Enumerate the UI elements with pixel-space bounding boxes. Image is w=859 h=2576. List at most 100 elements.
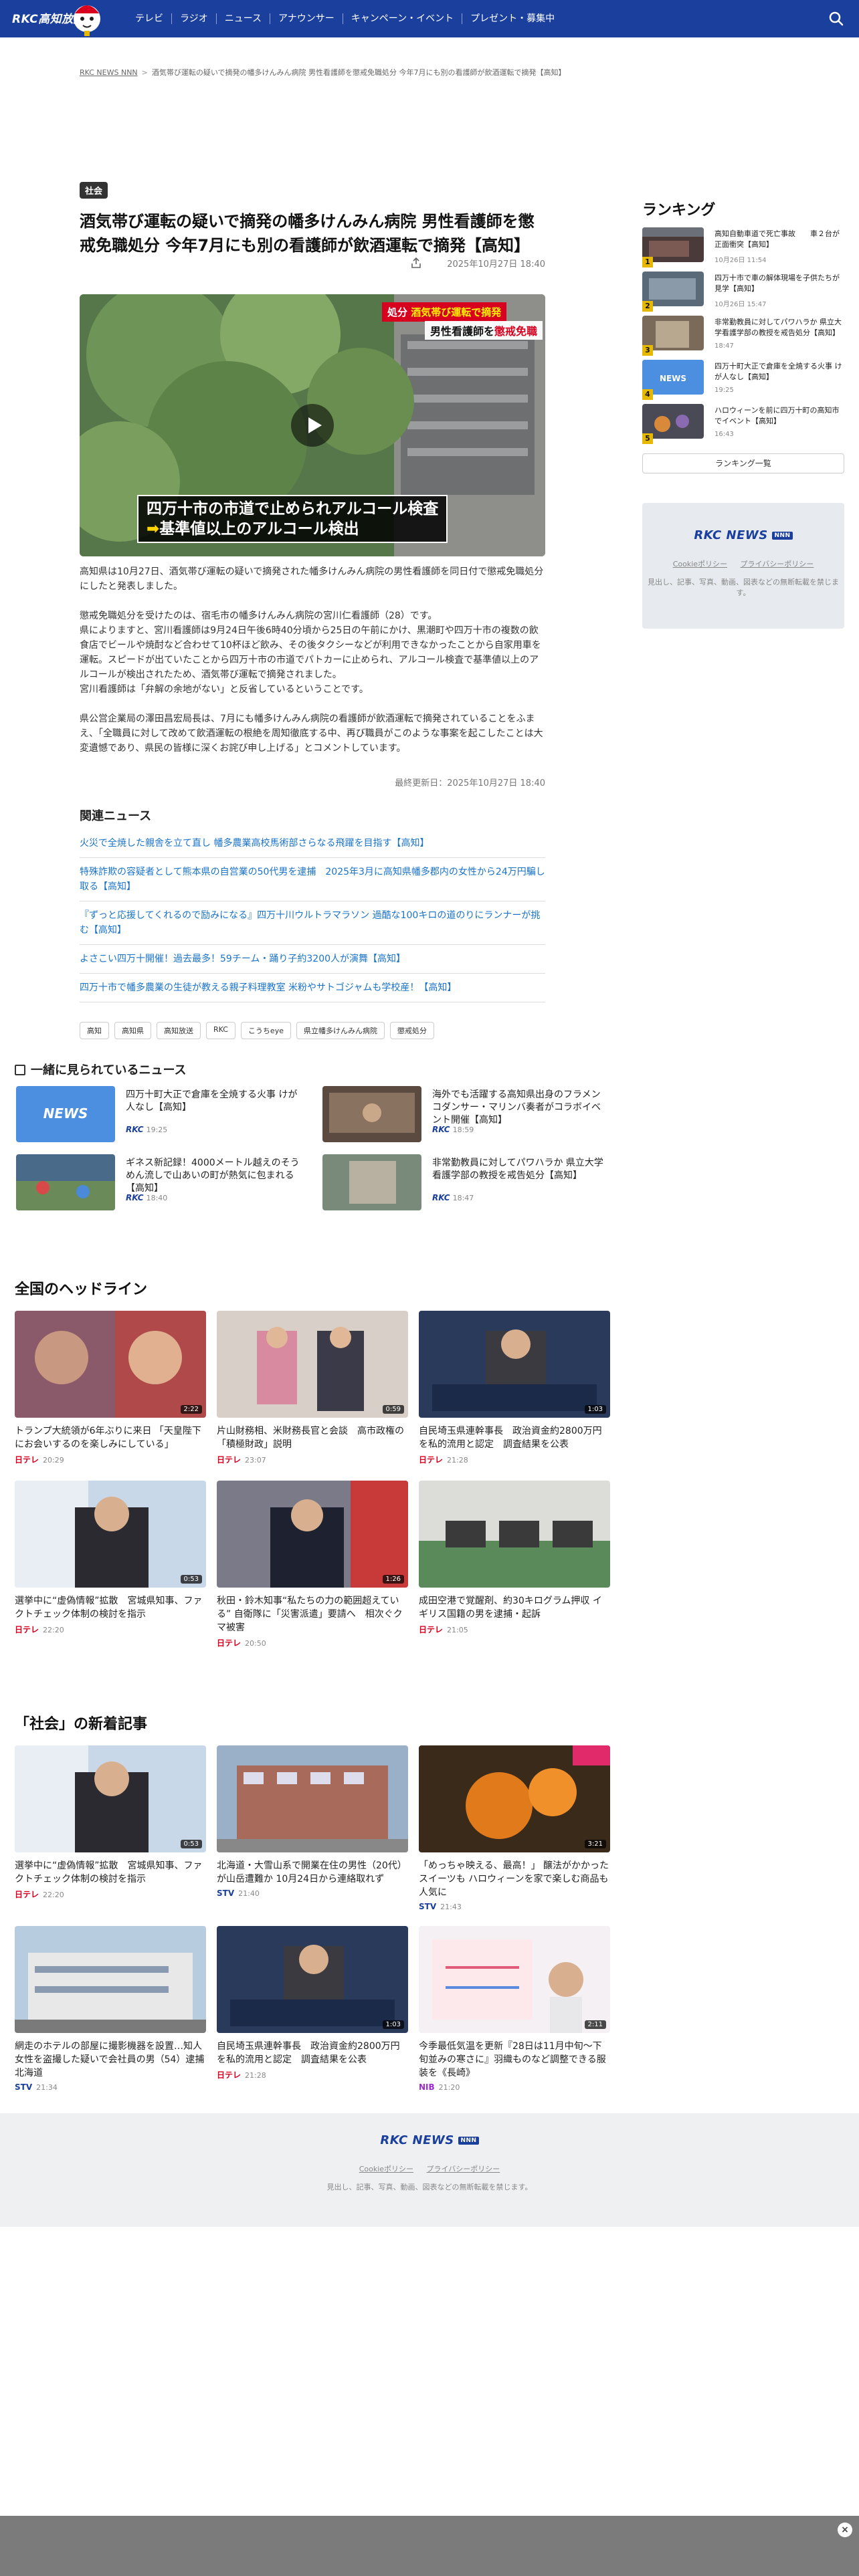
national-card[interactable]: 1:03 自民埼玉県連幹事長 政治資金約2800万円を私的流用と認定 調査結果を… <box>419 1311 610 1465</box>
related-news-link[interactable]: 火災で全焼した親舎を立て直し 幡多農業高校馬術部さらなる飛躍を目指す【高知】 <box>80 829 545 858</box>
card-image <box>419 1481 610 1588</box>
card-time: 21:43 <box>440 1903 462 1911</box>
share-icon[interactable] <box>410 257 422 269</box>
related-news-heading: 関連ニュース <box>80 809 152 823</box>
card-source: STV 21:43 <box>419 1902 610 1911</box>
card-image <box>419 1926 610 2033</box>
together-item[interactable]: ギネス新記録！4000メートル越えのそうめん流しで山あいの町が熱気に包まれる【高… <box>16 1154 304 1212</box>
video-duration: 0:53 <box>180 1575 202 1584</box>
ranking-item[interactable]: 2 四万十市で車の解体現場を子供たちが見学【高知】 10月26日 15:47 <box>642 272 844 312</box>
national-card[interactable]: 0:53 選挙中に“虚偽情報”拡散 宮城県知事、ファクトチェック体制の検討を指示… <box>15 1481 206 1635</box>
society-card[interactable]: 1:03 自民埼玉県連幹事長 政治資金約2800万円を私的流用と認定 調査結果を… <box>217 1926 408 2080</box>
video-duration: 1:03 <box>584 1405 606 1414</box>
national-card[interactable]: 1:26 秋田・鈴木知事“私たちの力の範囲超えている” 自衛隊に「災害派遣」要請… <box>217 1481 408 1648</box>
related-news-link[interactable]: 特殊詐欺の容疑者として熊本県の自営業の50代男を逮捕 2025年3月に高知県幡多… <box>80 858 545 901</box>
copyright-notice: 見出し、記事、写真、動画、図表などの無断転載を禁じます。 <box>648 578 839 597</box>
together-item[interactable]: 非常勤教員に対してパワハラか 県立大学看護学部の教授を戒告処分【高知】 RKC 1… <box>322 1154 610 1212</box>
related-news-link[interactable]: 『ずっと応援してくれるので励みになる』四万十川ウルトラマラソン 過酷な100キロ… <box>80 901 545 945</box>
tag-chip[interactable]: 県立幡多けんみん病院 <box>296 1022 385 1039</box>
tag-chip[interactable]: こうちeye <box>240 1022 291 1039</box>
national-card[interactable]: 2:22 トランプ大統領が6年ぶりに来日 「天皇陛下にお会いするのを楽しみにして… <box>15 1311 206 1465</box>
sidebar: ランキング 1 高知自動車道で死亡事故 車２台が正面衝突【高知】 10月26日 … <box>642 198 844 629</box>
ranking-date: 10月26日 11:54 <box>714 257 767 264</box>
card-source: STV 21:40 <box>217 1889 408 1898</box>
card-thumbnail: 0:53 <box>15 1745 206 1852</box>
ranking-number: 1 <box>642 257 653 267</box>
national-card[interactable]: 0:59 片山財務相、米財務長官と会談 高市政権の「積極財政」説明 日テレ 23:… <box>217 1311 408 1465</box>
ranking-item[interactable]: 3 非常勤教員に対してパワハラか 県立大学看護学部の教授を戒告処分【高知】 18… <box>642 316 844 356</box>
card-title: 「めっちゃ映える、最高！」 醸法がかかったスイーツも ハロウィーンを家で楽しむ商… <box>419 1860 609 1898</box>
card-image <box>15 1745 206 1852</box>
video-caption-line-2: ➡基準値以上のアルコール検出 <box>147 519 438 539</box>
privacy-policy-link[interactable]: プライバシーポリシー <box>427 2165 500 2173</box>
cookie-policy-link[interactable]: Cookieポリシー <box>673 560 727 568</box>
card-image <box>419 1745 610 1852</box>
ranking-item[interactable]: 5 ハロウィーンを前に四万十町の高知市でイベント【高知】 16:43 <box>642 404 844 444</box>
nav-tv[interactable]: テレビ <box>127 13 172 24</box>
society-card[interactable]: 2:11 今季最低気温を更新『28日は11月中旬～下旬並みの寒さに』羽織ものなど… <box>419 1926 610 2092</box>
national-card[interactable]: 成田空港で覚醒剤、約30キログラム押収 イギリス国籍の男を逮捕・起訴 日テレ 21… <box>419 1481 610 1635</box>
card-source: STV 21:34 <box>15 2082 206 2092</box>
video-caption-line-2-text: 基準値以上のアルコール検出 <box>159 520 359 538</box>
source-logo: STV <box>217 1889 235 1898</box>
ranking-date: 19:25 <box>714 387 734 394</box>
video-tag-sub-prefix: 男性看護師を <box>430 325 495 338</box>
together-title: 四万十町大正で倉庫を全焼する火事 けが人なし【高知】 <box>126 1089 298 1113</box>
together-item[interactable]: NEWS 四万十町大正で倉庫を全焼する火事 けが人なし【高知】 RKC 19:25 <box>16 1086 304 1144</box>
tag-chip[interactable]: 高知 <box>80 1022 109 1039</box>
video-duration: 0:59 <box>382 1405 404 1414</box>
article: 社会 酒気帯び運転の疑いで摘発の幡多けんみん病院 男性看護師を懲戒免職処分 今年… <box>80 182 545 1039</box>
cookie-policy-link[interactable]: Cookieポリシー <box>359 2165 413 2173</box>
related-news-link[interactable]: よさこい四万十開催！過去最多！59チーム・踊り子約3200人が演舞【高知】 <box>80 945 545 974</box>
video-tag-primary: 処分 酒気帯び運転で摘発 <box>382 302 507 322</box>
list-icon <box>15 1065 25 1075</box>
nav-campaign[interactable]: キャンペーン・イベント <box>343 13 463 24</box>
ranking-more-button[interactable]: ランキング一覧 <box>642 453 844 473</box>
play-button[interactable] <box>291 404 334 447</box>
card-thumbnail: 1:26 <box>217 1481 408 1588</box>
tag-chip[interactable]: 懲戒処分 <box>389 1022 434 1039</box>
tag-chip[interactable]: 高知放送 <box>157 1022 201 1039</box>
card-thumbnail: 2:22 <box>15 1311 206 1418</box>
brand-badge: NNN <box>458 2137 479 2145</box>
card-image <box>217 1311 408 1418</box>
card-image <box>15 1481 206 1588</box>
sidebar-brand-logo[interactable]: RKC NEWS NNN <box>642 528 844 542</box>
society-card[interactable]: 0:53 選挙中に“虚偽情報”拡散 宮城県知事、ファクトチェック体制の検討を指示… <box>15 1745 206 1900</box>
video-caption-line-1: 四万十市の市道で止められアルコール検査 <box>147 500 439 518</box>
video-duration: 3:21 <box>584 1840 606 1848</box>
breadcrumb-separator: > <box>141 68 148 77</box>
ranking-item[interactable]: NEWS 4 四万十町大正で倉庫を全焼する火事 けが人なし【高知】 19:25 <box>642 360 844 400</box>
privacy-policy-link[interactable]: プライバシーポリシー <box>741 560 814 568</box>
related-news-link[interactable]: 四万十市で幡多農業の生徒が教える親子料理教室 米粉やサトゴジャムも学校産！【高知… <box>80 974 545 1002</box>
breadcrumb-home[interactable]: RKC NEWS NNN <box>80 68 138 77</box>
together-thumbnail <box>16 1154 115 1210</box>
ranking-item[interactable]: 1 高知自動車道で死亡事故 車２台が正面衝突【高知】 10月26日 11:54 <box>642 227 844 267</box>
nav-announcer[interactable]: アナウンサー <box>270 13 343 24</box>
article-meta: 2025年10月27日 18:40 <box>80 257 545 270</box>
card-time: 21:40 <box>238 1889 260 1898</box>
article-paragraph: 県公営企業局の澤田昌宏局長は、7月にも幡多けんみん病院の看護師が飲酒運転で摘発さ… <box>80 714 543 754</box>
ranking-list: 1 高知自動車道で死亡事故 車２台が正面衝突【高知】 10月26日 11:54 … <box>642 227 844 444</box>
nav-news[interactable]: ニュース <box>217 13 271 24</box>
together-item[interactable]: 海外でも活躍する高知県出身のフラメンコダンサー・マリンバ奏者がコラボイベント開催… <box>322 1086 610 1144</box>
together-source: RKC 18:47 <box>432 1193 474 1202</box>
video-duration: 0:53 <box>180 1840 202 1848</box>
search-icon[interactable] <box>826 8 847 29</box>
video-player[interactable]: 処分 酒気帯び運転で摘発 男性看護師を懲戒免職 四万十市の市道で止められアルコー… <box>80 294 545 556</box>
play-icon <box>308 417 322 433</box>
article-paragraph: 懲戒免職処分を受けたのは、宿毛市の幡多けんみん病院の宮川仁看護師（28）です。 … <box>80 611 541 695</box>
source-logo: 日テレ <box>15 1890 39 1899</box>
card-image <box>217 1926 408 2033</box>
nav-present[interactable]: プレゼント・募集中 <box>462 13 563 24</box>
tag-chip[interactable]: RKC <box>206 1022 235 1039</box>
together-title: 非常勤教員に対してパワハラか 県立大学看護学部の教授を戒告処分【高知】 <box>432 1158 603 1181</box>
society-card[interactable]: 北海道・大雪山系で開業在住の男性（20代）が山岳遭難か 10月24日から連絡取れ… <box>217 1745 408 1898</box>
society-card[interactable]: 3:21 「めっちゃ映える、最高！」 醸法がかかったスイーツも ハロウィーンを家… <box>419 1745 610 1911</box>
tag-chip[interactable]: 高知県 <box>114 1022 151 1039</box>
society-card[interactable]: 網走のホテルの部屋に撮影機器を設置…知人女性を盗撮した疑いで会社員の男（54）逮… <box>15 1926 206 2092</box>
footer-brand-logo[interactable]: RKC NEWS NNN <box>0 2133 859 2147</box>
card-title: 自民埼玉県連幹事長 政治資金約2800万円を私的流用と認定 調査結果を公表 <box>419 1426 602 1450</box>
close-icon[interactable]: × <box>838 2523 852 2537</box>
nav-radio[interactable]: ラジオ <box>172 13 217 24</box>
